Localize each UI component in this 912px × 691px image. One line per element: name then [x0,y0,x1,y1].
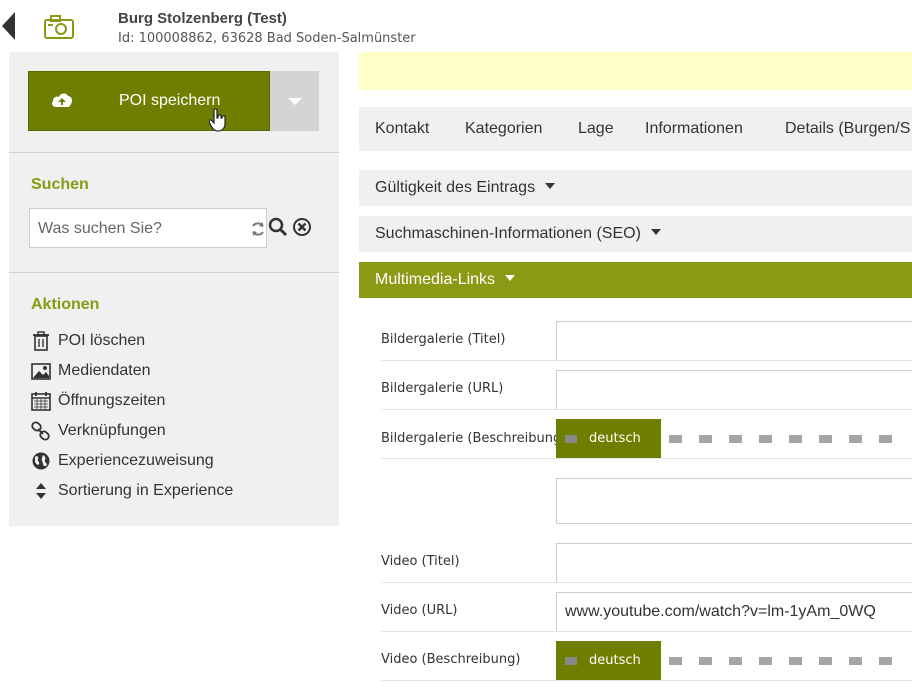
image-icon [31,363,51,380]
action-sort-experience[interactable]: Sortierung in Experience [31,479,321,503]
gallery-title-input[interactable] [556,321,912,361]
row-divider [381,360,912,361]
flag-icon[interactable] [699,435,712,443]
video-title-input[interactable] [556,543,912,583]
row-divider [381,631,912,632]
caret-down-icon [650,229,661,235]
gallery-description-label: Bildergalerie (Beschreibung) [381,431,567,446]
accordion-multimedia-links[interactable]: Multimedia-Links [359,262,912,298]
search-section-title: Suchen [31,176,89,193]
clear-search-icon[interactable] [292,217,312,237]
video-url-label: Video (URL) [381,603,458,618]
video-description-label: Video (Beschreibung) [381,652,521,667]
save-options-dropdown[interactable] [270,71,319,131]
save-poi-button[interactable]: POI speichern [28,71,270,131]
row-divider [381,409,912,410]
action-label: POI löschen [58,332,146,349]
gallery-url-input[interactable] [556,370,912,410]
caret-down-icon [545,183,556,189]
accordion-label: Suchmaschinen-Informationen (SEO) [375,225,641,242]
flag-icon[interactable] [759,657,772,665]
back-arrow-icon[interactable] [2,12,15,40]
language-tab-deutsch[interactable]: deutsch [556,419,661,459]
accordion-validity[interactable]: Gültigkeit des Eintrags [359,170,912,206]
camera-icon [44,15,74,39]
action-label: Experiencezuweisung [58,452,214,469]
search-input[interactable] [38,218,238,240]
flag-icon[interactable] [879,657,892,665]
flag-icon[interactable] [759,435,772,443]
flag-icon[interactable] [789,657,802,665]
video-url-input[interactable] [556,592,912,632]
notice-bar [359,52,912,90]
sort-icon [36,483,46,499]
trash-icon [33,331,49,351]
tab-kontakt[interactable]: Kontakt [375,120,429,138]
sidebar-divider [9,152,339,153]
tab-informationen[interactable]: Informationen [645,120,743,138]
flag-icon[interactable] [699,657,712,665]
calendar-icon [31,392,51,411]
action-links[interactable]: Verknüpfungen [31,419,321,443]
search-icon[interactable] [268,217,288,237]
action-experience-assignment[interactable]: Experiencezuweisung [31,449,321,473]
sidebar-divider [9,272,339,273]
language-label: deutsch [589,431,641,446]
action-label: Sortierung in Experience [58,482,234,499]
refresh-icon[interactable] [250,220,266,238]
tab-details[interactable]: Details (Burgen/S [785,120,910,138]
page-header: Burg Stolzenberg (Test) Id: 100008862, 6… [0,0,912,50]
language-label: deutsch [589,653,641,668]
action-label: Öffnungszeiten [58,392,166,409]
language-switcher: deutsch [556,419,912,459]
gallery-description-input[interactable] [556,478,912,524]
flag-icon[interactable] [849,435,862,443]
actions-section-title: Aktionen [31,296,100,313]
save-button-label: POI speichern [119,92,221,109]
flag-en-icon[interactable] [669,657,682,665]
search-box [29,208,267,248]
language-switcher: deutsch [556,641,912,681]
accordion-seo[interactable]: Suchmaschinen-Informationen (SEO) [359,216,912,252]
action-opening-hours[interactable]: Öffnungszeiten [31,389,321,413]
gallery-url-label: Bildergalerie (URL) [381,381,504,396]
gallery-title-label: Bildergalerie (Titel) [381,332,506,347]
flag-icon[interactable] [729,657,742,665]
poi-title: Burg Stolzenberg (Test) [118,10,287,27]
flag-icon[interactable] [819,657,832,665]
poi-subtitle: Id: 100008862, 63628 Bad Soden-Salmünste… [118,31,416,46]
accordion-label: Gültigkeit des Eintrags [375,179,536,196]
caret-down-icon [505,275,516,281]
tab-bar: Kontakt Kategorien Lage Informationen De… [359,107,912,151]
row-divider [381,582,912,583]
globe-icon [32,452,50,470]
action-delete-poi[interactable]: POI löschen [31,329,321,353]
flag-icon[interactable] [789,435,802,443]
chevron-down-icon [288,98,302,105]
language-tab-deutsch[interactable]: deutsch [556,641,661,681]
row-divider [381,680,912,681]
action-label: Verknüpfungen [58,422,166,439]
video-title-label: Video (Titel) [381,554,460,569]
flag-en-icon[interactable] [669,435,682,443]
flag-icon[interactable] [729,435,742,443]
flag-icon [565,435,577,443]
cloud-upload-icon [52,93,72,107]
accordion-label: Multimedia-Links [375,271,496,288]
hand-cursor-icon [209,108,226,132]
link-icon [31,421,50,441]
flag-icon [565,657,577,665]
flag-icon[interactable] [879,435,892,443]
flag-icon[interactable] [849,657,862,665]
action-media-data[interactable]: Mediendaten [31,359,321,383]
sidebar: POI speichern Suchen Aktionen [9,52,339,526]
action-label: Mediendaten [58,362,151,379]
tab-lage[interactable]: Lage [578,120,614,138]
tab-kategorien[interactable]: Kategorien [465,120,542,138]
flag-icon[interactable] [819,435,832,443]
row-divider [381,458,912,459]
